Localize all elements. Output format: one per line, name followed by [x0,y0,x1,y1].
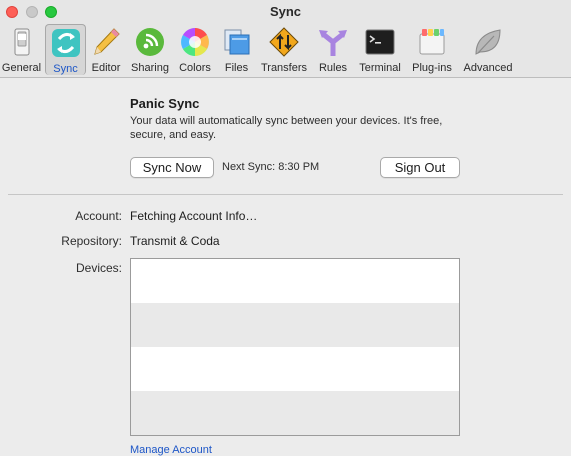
sync-title: Panic Sync [130,96,200,111]
tab-editor[interactable]: Editor [87,24,125,74]
section-divider [8,194,563,195]
terminal-icon [365,29,395,55]
wifi-broadcast-icon [136,28,164,56]
devices-label: Devices: [75,261,122,275]
list-row [131,259,459,303]
color-wheel-icon [181,28,209,56]
tab-sharing[interactable]: Sharing [127,24,173,74]
account-value: Fetching Account Info… [130,209,258,223]
list-row [131,391,459,435]
folder-files-icon [224,29,249,55]
sync-arrows-icon [51,29,80,57]
manage-account-link[interactable]: Manage Account [130,444,212,456]
tab-colors[interactable]: Colors [175,24,215,74]
list-row [131,303,459,347]
account-label: Account: [75,209,122,223]
switch-icon [14,28,29,56]
list-row [131,347,459,391]
title-bar: Sync General Sync Editor Sharing Colors … [0,0,571,78]
tab-terminal[interactable]: Terminal [355,24,405,74]
tab-plug-ins[interactable]: Plug-ins [407,24,457,74]
tab-files[interactable]: Files [218,24,255,74]
sync-now-button[interactable]: Sync Now [130,157,214,178]
sync-description: Your data will automatically sync betwee… [130,115,443,141]
plugin-box-icon [419,29,445,55]
preferences-toolbar: General Sync Editor Sharing Colors Files… [0,24,571,76]
devices-list[interactable] [130,258,460,436]
repository-value: Transmit & Coda [130,234,220,248]
transfer-sign-icon [269,27,299,57]
tab-sync[interactable]: Sync [45,24,86,75]
rules-arrows-icon [319,30,347,56]
leaf-icon [475,29,501,55]
tab-rules[interactable]: Rules [314,24,352,74]
tab-general[interactable]: General [0,24,43,74]
sign-out-button[interactable]: Sign Out [380,157,460,178]
tab-advanced[interactable]: Advanced [460,24,516,74]
tab-transfers[interactable]: Transfers [257,24,311,74]
pencil-icon [94,28,120,55]
window-title: Sync [269,4,302,19]
repository-label: Repository: [61,234,122,248]
next-sync-text: Next Sync: 8:30 PM [222,161,320,173]
